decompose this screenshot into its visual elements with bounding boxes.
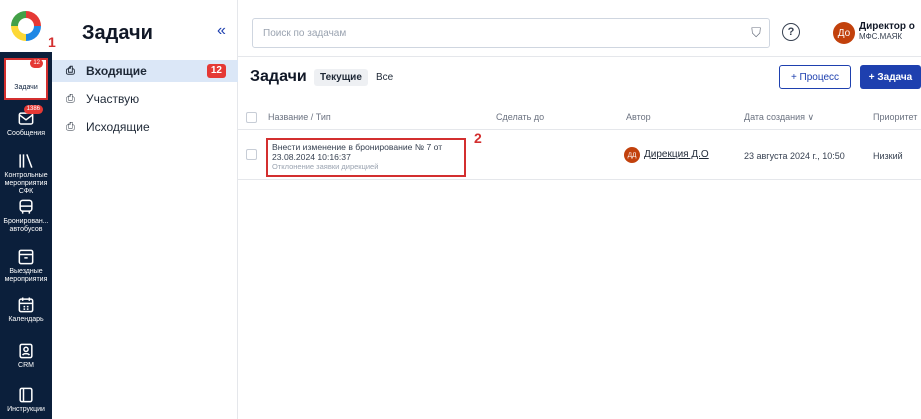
user-name[interactable]: Директор о bbox=[859, 21, 915, 32]
rail-label: Сообщения bbox=[7, 130, 45, 137]
search-placeholder: Поиск по задачам bbox=[263, 27, 347, 39]
crm-icon bbox=[15, 340, 37, 362]
calendar-icon bbox=[15, 294, 37, 316]
collapse-sidebar-icon[interactable]: « bbox=[217, 22, 226, 40]
rail-label: CRM bbox=[18, 362, 34, 369]
sidebar-item-label: Участвую bbox=[86, 92, 140, 106]
tab-all[interactable]: Все bbox=[370, 69, 399, 86]
sidebar-title: Задачи bbox=[82, 22, 153, 44]
priority-value: Низкий bbox=[873, 151, 903, 161]
inbox-icon: ⎙ bbox=[66, 92, 75, 105]
task-title-line2: 23.08.2024 10:16:37 bbox=[272, 152, 351, 162]
rail-item-messages[interactable]: 1386 Сообщения bbox=[0, 105, 52, 138]
rail-label: Выездные мероприятия bbox=[4, 268, 48, 283]
table-row[interactable]: Внести изменение в бронирование № 7 от 2… bbox=[238, 130, 921, 180]
column-header-created[interactable]: Дата создания ∨ bbox=[744, 112, 814, 123]
add-task-button[interactable]: + Задача bbox=[860, 65, 921, 89]
row-checkbox[interactable] bbox=[246, 149, 257, 160]
rail-item-field-events[interactable]: Выездные мероприятия bbox=[0, 246, 52, 284]
outbox-icon: ⎙ bbox=[66, 120, 75, 133]
sidebar-item-incoming[interactable]: ⎙ Входящие 12 bbox=[52, 60, 238, 82]
created-date: 23 августа 2024 г., 10:50 bbox=[744, 151, 845, 161]
search-input[interactable]: Поиск по задачам ⛉ bbox=[252, 18, 770, 48]
inbox-icon: ⎙ bbox=[66, 64, 75, 77]
help-icon[interactable]: ? bbox=[782, 23, 800, 41]
sidebar-item-outgoing[interactable]: ⎙ Исходящие bbox=[52, 116, 238, 138]
header-divider bbox=[238, 56, 921, 57]
incoming-count-badge: 12 bbox=[206, 64, 226, 78]
app-window: 12 Задачи 1386 Сообщения Контрольные мер… bbox=[0, 0, 921, 419]
tasks-sidebar: Задачи « ⎙ Входящие 12 ⎙ Участвую ⎙ Исхо… bbox=[52, 0, 238, 419]
filter-icon[interactable]: ⛉ bbox=[751, 25, 761, 41]
rail-item-instructions[interactable]: Инструкции bbox=[0, 384, 52, 414]
user-avatar[interactable]: До bbox=[833, 22, 855, 44]
table-header: Название / Тип Сделать до Автор Дата соз… bbox=[238, 104, 921, 130]
task-title-line1: Внести изменение в бронирование № 7 от bbox=[272, 142, 443, 152]
rail-item-bus-booking[interactable]: Бронирован... автобусов bbox=[0, 196, 52, 234]
column-header-author[interactable]: Автор bbox=[626, 112, 651, 122]
select-all-checkbox[interactable] bbox=[246, 112, 257, 123]
column-header-priority[interactable]: Приоритет bbox=[873, 112, 917, 122]
rail-badge-tasks: 12 bbox=[30, 59, 43, 68]
tasks-icon: 12 bbox=[15, 59, 43, 84]
rail-label: Бронирован... автобусов bbox=[3, 218, 49, 233]
rail-label: Контрольные мероприятия СФК bbox=[4, 172, 48, 195]
rail-label: Инструкции bbox=[7, 406, 45, 413]
tab-current[interactable]: Текущие bbox=[314, 69, 368, 86]
author-avatar: ДД bbox=[624, 147, 640, 163]
rail-label: Задачи bbox=[14, 84, 38, 91]
archive-icon bbox=[15, 246, 37, 268]
task-title-cell[interactable]: Внести изменение в бронирование № 7 от 2… bbox=[266, 138, 466, 177]
column-header-due[interactable]: Сделать до bbox=[496, 112, 544, 122]
rail-item-crm[interactable]: CRM bbox=[0, 340, 52, 370]
bus-icon bbox=[15, 196, 37, 218]
instructions-icon bbox=[15, 384, 37, 406]
messages-icon: 1386 bbox=[15, 105, 43, 130]
rail-label: Календарь bbox=[8, 316, 44, 323]
column-header-name[interactable]: Название / Тип bbox=[268, 112, 331, 122]
user-org: МФС.МАЯК bbox=[859, 32, 903, 41]
rail-item-tasks[interactable]: 12 Задачи bbox=[0, 59, 52, 92]
sidebar-item-label: Входящие bbox=[86, 64, 147, 78]
rail-item-control-events[interactable]: Контрольные мероприятия СФК bbox=[0, 150, 52, 196]
rail-badge-messages: 1386 bbox=[23, 105, 43, 114]
rail-item-calendar[interactable]: Календарь bbox=[0, 294, 52, 324]
author-link[interactable]: Дирекция Д.О bbox=[644, 149, 709, 160]
page-title: Задачи bbox=[250, 68, 307, 85]
sidebar-item-label: Исходящие bbox=[86, 120, 150, 134]
annotation-marker-2: 2 bbox=[474, 130, 482, 146]
control-events-icon bbox=[15, 150, 37, 172]
task-type: Отклонение заявки дирекцией bbox=[272, 162, 379, 171]
sidebar-item-participating[interactable]: ⎙ Участвую bbox=[52, 88, 238, 110]
app-logo[interactable] bbox=[0, 0, 52, 52]
logo-icon bbox=[11, 11, 41, 41]
app-rail: 12 Задачи 1386 Сообщения Контрольные мер… bbox=[0, 0, 52, 419]
add-process-button[interactable]: + Процесс bbox=[779, 65, 851, 89]
